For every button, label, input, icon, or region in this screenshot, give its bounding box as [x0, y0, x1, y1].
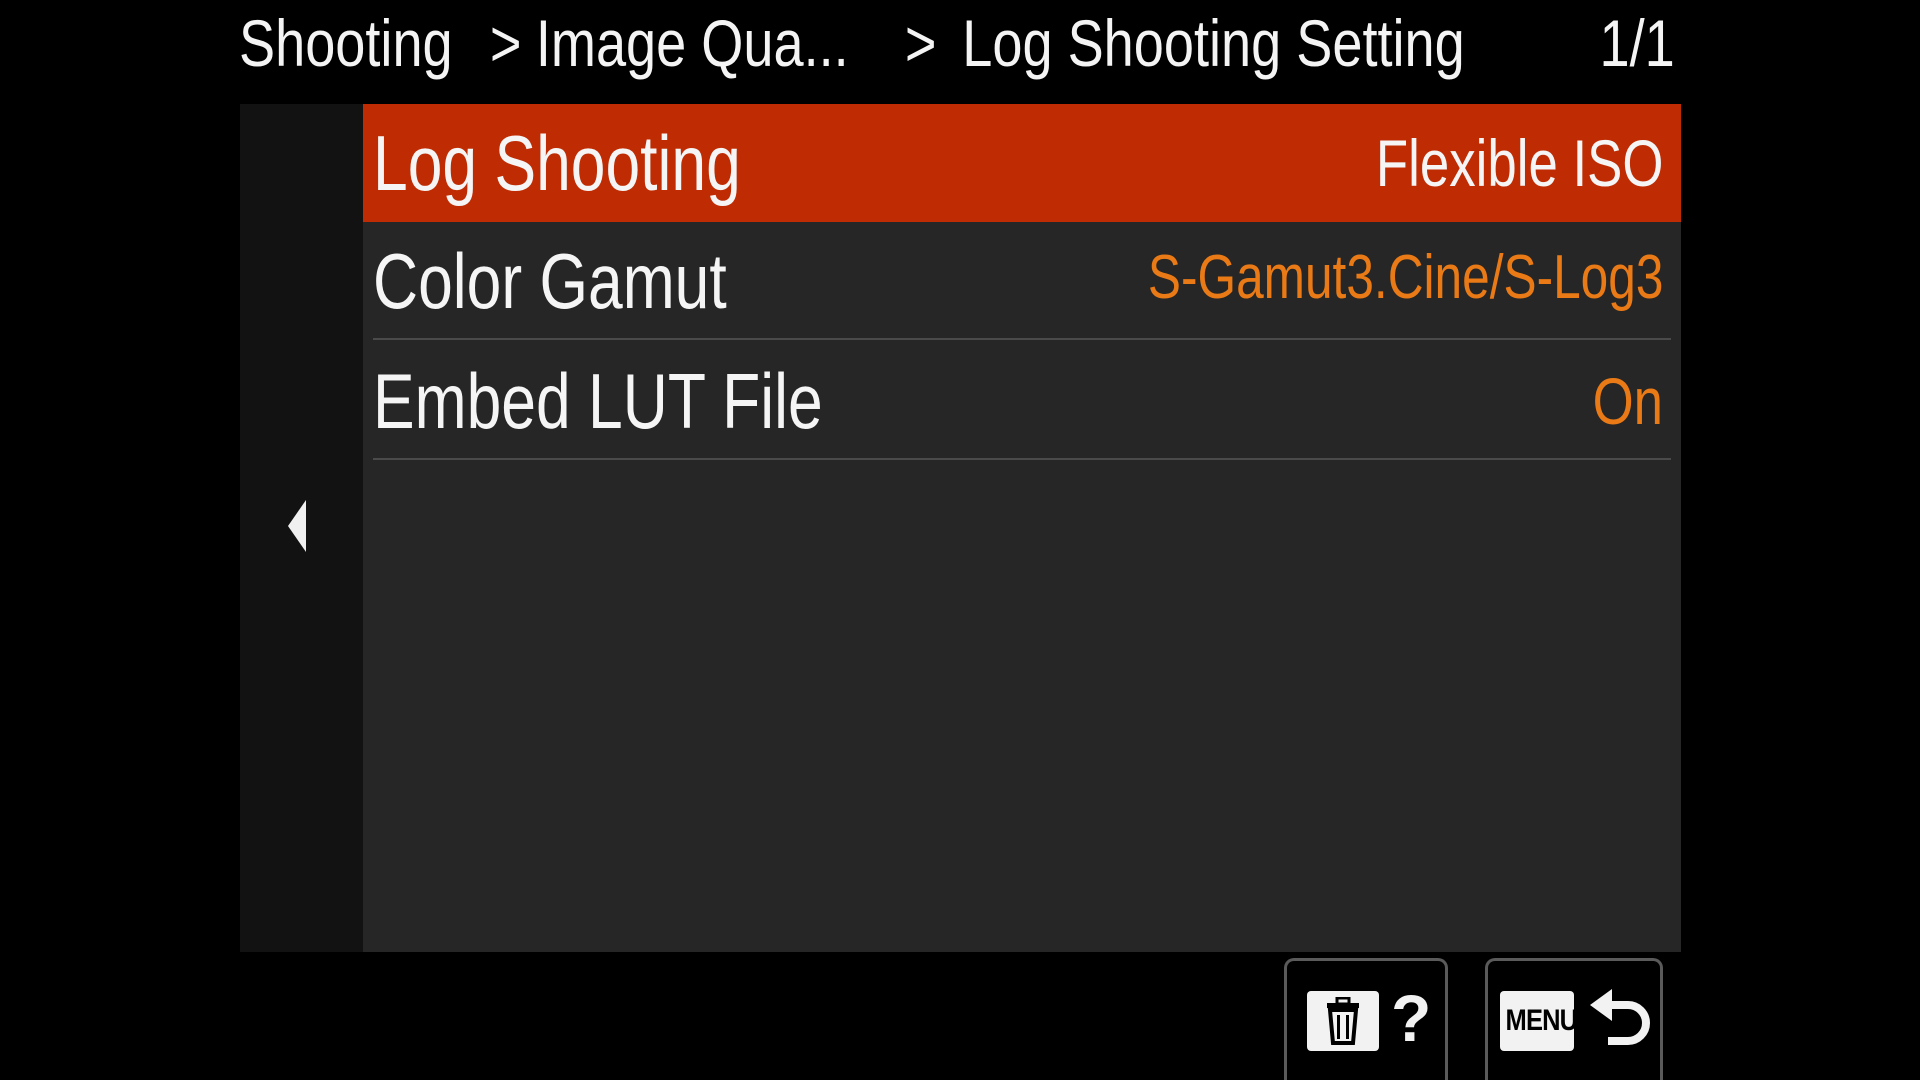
menu-item-color-gamut[interactable]: Color Gamut S-Gamut3.Cine/S-Log3	[363, 222, 1681, 340]
row-divider	[373, 458, 1671, 460]
help-icon: ?	[1391, 981, 1432, 1055]
breadcrumb-shooting[interactable]: Shooting	[239, 0, 453, 86]
menu-item-label: Color Gamut	[373, 237, 727, 325]
menu-item-label: Embed LUT File	[373, 357, 823, 445]
menu-key-icon: MENU	[1500, 991, 1579, 1051]
menu-item-label: Log Shooting	[373, 119, 741, 207]
menu-return-button[interactable]: MENU	[1485, 958, 1663, 1080]
breadcrumb: Shooting > Image Qua... > Log Shooting S…	[239, 0, 1465, 96]
menu-list: Log Shooting Flexible ISO Color Gamut S-…	[363, 104, 1681, 952]
trash-icon	[1307, 991, 1379, 1051]
menu-item-log-shooting[interactable]: Log Shooting Flexible ISO	[363, 104, 1681, 222]
delete-help-button[interactable]: ?	[1284, 958, 1448, 1080]
return-arrow-icon	[1590, 989, 1650, 1045]
breadcrumb-image-quality[interactable]: Image Qua...	[536, 0, 849, 86]
chevron-left-icon[interactable]	[288, 500, 306, 552]
breadcrumb-separator: >	[904, 6, 937, 80]
menu-item-embed-lut-file[interactable]: Embed LUT File On	[363, 342, 1681, 460]
menu-item-value: Flexible ISO	[1375, 126, 1663, 200]
camera-menu-screen: Shooting > Image Qua... > Log Shooting S…	[0, 0, 1920, 1080]
breadcrumb-log-shooting-setting: Log Shooting Setting	[962, 6, 1465, 80]
menu-item-value: S-Gamut3.Cine/S-Log3	[1147, 243, 1663, 312]
page-indicator: 1/1	[1599, 6, 1675, 80]
menu-item-value: On	[1592, 364, 1663, 438]
side-panel	[240, 104, 363, 952]
breadcrumb-separator: >	[489, 6, 522, 80]
menu-key-label: MENU	[1505, 1004, 1579, 1037]
row-divider	[373, 338, 1671, 340]
